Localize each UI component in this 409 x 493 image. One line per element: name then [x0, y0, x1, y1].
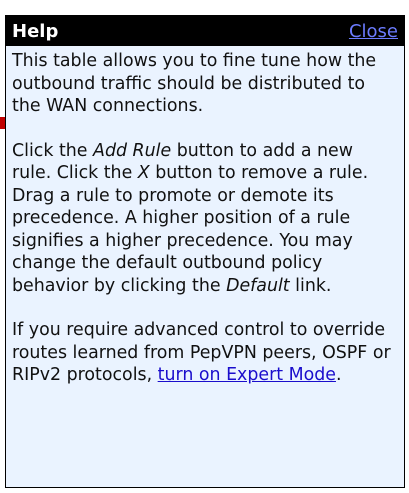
- x-term: X: [137, 163, 150, 183]
- help-text-segment: link.: [289, 275, 332, 296]
- expert-mode-link[interactable]: turn on Expert Mode: [158, 365, 336, 385]
- help-text-segment: .: [335, 365, 342, 385]
- add-rule-term: Add Rule: [93, 140, 172, 161]
- help-body: This table allows you to fine tune how t…: [6, 46, 404, 387]
- help-header: Help Close: [6, 16, 404, 46]
- close-link[interactable]: Close: [349, 21, 398, 42]
- help-paragraph-expert: If you require advanced control to overr…: [12, 319, 396, 387]
- help-title: Help: [12, 20, 59, 42]
- help-text-segment: Click the: [12, 140, 94, 161]
- help-paragraph-intro: This table allows you to fine tune how t…: [12, 51, 377, 116]
- default-term: Default: [226, 275, 290, 296]
- help-panel: Help Close This table allows you to fine…: [5, 15, 405, 488]
- help-paragraph-rules: Click the Add Rule button to add a new r…: [12, 140, 396, 298]
